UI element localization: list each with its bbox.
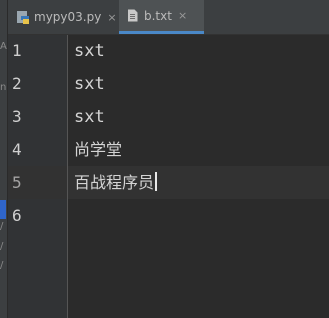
tab-b-txt-label: b.txt [144,8,172,23]
code-line-1[interactable]: sxt [74,40,105,62]
close-icon[interactable]: × [107,11,116,24]
panel-char-slash-3: / [0,261,4,271]
code-line-3[interactable]: sxt [74,106,105,128]
tab-mypy03[interactable]: mypy03.py × [13,0,121,34]
line-number-3: 3 [12,107,22,126]
line-number-2: 2 [12,74,22,93]
line-number-6: 6 [12,206,22,225]
tab-b-txt[interactable]: b.txt × [119,0,204,34]
ide-window: A n / / / mypy03.py × b.txt × 1 2 3 4 5 … [0,0,329,318]
panel-char-a: A [0,42,7,52]
editor-tab-bar: mypy03.py × b.txt × [8,0,329,35]
line-number-1: 1 [12,41,22,60]
tab-mypy03-label: mypy03.py [34,10,102,24]
line-number-4: 4 [12,140,22,159]
text-caret [155,172,158,191]
panel-selection-marker [0,200,6,219]
code-line-5-text: 百战程序员 [74,173,155,192]
text-file-icon [128,9,138,22]
code-line-4[interactable]: 尚学堂 [74,139,122,161]
project-panel-edge[interactable]: A n / / / [0,0,8,318]
close-icon[interactable]: × [178,9,187,22]
panel-char-n: n [0,83,7,93]
line-number-5: 5 [12,173,22,192]
python-file-icon [17,10,29,24]
code-line-5[interactable]: 百战程序员 [74,172,158,194]
code-line-2[interactable]: sxt [74,73,105,95]
panel-char-slash-2: / [0,242,4,252]
panel-char-slash-1: / [0,222,4,232]
